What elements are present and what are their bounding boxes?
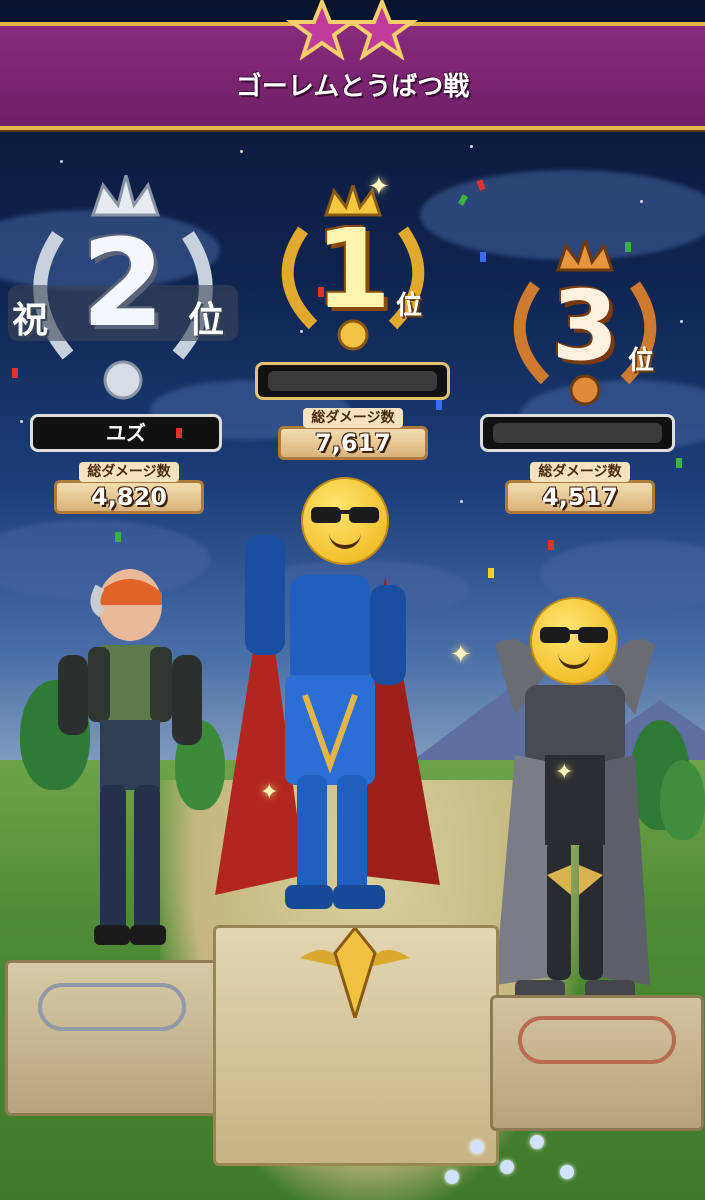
smile: [558, 651, 590, 669]
rank-1-digit: 1: [314, 205, 392, 333]
damage-label-rank-2: 総ダメージ数: [79, 462, 179, 482]
damage-value-rank-3: 4,517: [542, 483, 618, 511]
confetti: [488, 568, 494, 578]
podium-rank-2: [5, 960, 221, 1116]
confetti: [625, 242, 631, 252]
sunglasses-icon: [311, 507, 379, 523]
rank-3-suffix: 位: [628, 346, 655, 376]
rank-3-digit: 3: [551, 270, 619, 382]
damage-value-rank-1: 7,617: [315, 429, 391, 457]
star-icon: [285, 0, 419, 62]
podium-rank-3: [490, 995, 704, 1131]
flower: [500, 1160, 514, 1174]
player-name-plate-rank-2: ユズ: [30, 414, 222, 452]
flower: [470, 1140, 484, 1154]
rank-1-suffix: 位: [396, 291, 423, 321]
character-rank-2: [50, 565, 210, 960]
damage-value-rank-2: 4,820: [91, 483, 167, 511]
rank-2-prefix: 祝: [12, 300, 49, 341]
sunglasses-emoji-icon: [530, 597, 618, 685]
player-name-rank-2: ユズ: [106, 421, 146, 445]
character-figure: [58, 569, 202, 945]
confetti: [436, 400, 442, 410]
sunglasses-emoji-icon: [301, 477, 389, 565]
confetti: [676, 458, 682, 468]
damage-ribbon-rank-1: 総ダメージ数 7,617: [278, 408, 428, 464]
confetti: [548, 540, 554, 550]
sparkle-icon: ✦: [450, 640, 472, 670]
character-rank-3: [485, 597, 665, 1005]
damage-label-rank-3: 総ダメージ数: [530, 462, 630, 482]
star-dot: [60, 160, 63, 163]
rank-2-suffix: 位: [188, 300, 225, 341]
difficulty-stars: [282, 0, 422, 62]
confetti: [318, 287, 324, 297]
redacted-name-rank-1: [268, 371, 437, 391]
player-name-plate-rank-1: [255, 362, 450, 400]
tree: [660, 760, 705, 840]
confetti: [480, 252, 486, 262]
event-title: ゴーレムとうばつ戦: [235, 72, 470, 102]
star-dot: [640, 200, 643, 203]
damage-label-rank-1: 総ダメージ数: [303, 408, 403, 428]
confetti: [12, 368, 18, 378]
redacted-name-rank-3: [493, 423, 662, 443]
podium-rank-1: [213, 925, 499, 1166]
star-dot: [460, 500, 463, 503]
confetti: [176, 428, 182, 438]
star-dot: [680, 320, 683, 323]
sunglasses-icon: [540, 627, 608, 643]
star-dot: [20, 420, 23, 423]
damage-ribbon-rank-2: 総ダメージ数 4,820: [54, 462, 204, 518]
smile: [329, 531, 361, 549]
damage-ribbon-rank-3: 総ダメージ数 4,517: [505, 462, 655, 518]
rank-1-emblem: 1 位: [268, 185, 438, 355]
rank-2-emblem: 祝 2 位: [8, 175, 238, 405]
player-name-plate-rank-3: [480, 414, 675, 452]
sparkle-icon: ✦: [260, 780, 279, 805]
star-dot: [470, 145, 473, 148]
rank-2-digit: 2: [81, 215, 165, 354]
confetti: [115, 532, 121, 542]
podium-scroll-ornament: [38, 983, 186, 1031]
star-dot: [240, 150, 243, 153]
character-rank-1: [205, 475, 445, 925]
flower: [560, 1165, 574, 1179]
podium-scroll-ornament: [518, 1016, 676, 1064]
flower: [445, 1170, 459, 1184]
winged-emblem-icon: [300, 928, 410, 1018]
sparkle-icon: ✦: [368, 172, 390, 202]
flower: [530, 1135, 544, 1149]
sparkle-icon: ✦: [555, 760, 574, 785]
rank-3-emblem: 3 位: [500, 240, 670, 410]
